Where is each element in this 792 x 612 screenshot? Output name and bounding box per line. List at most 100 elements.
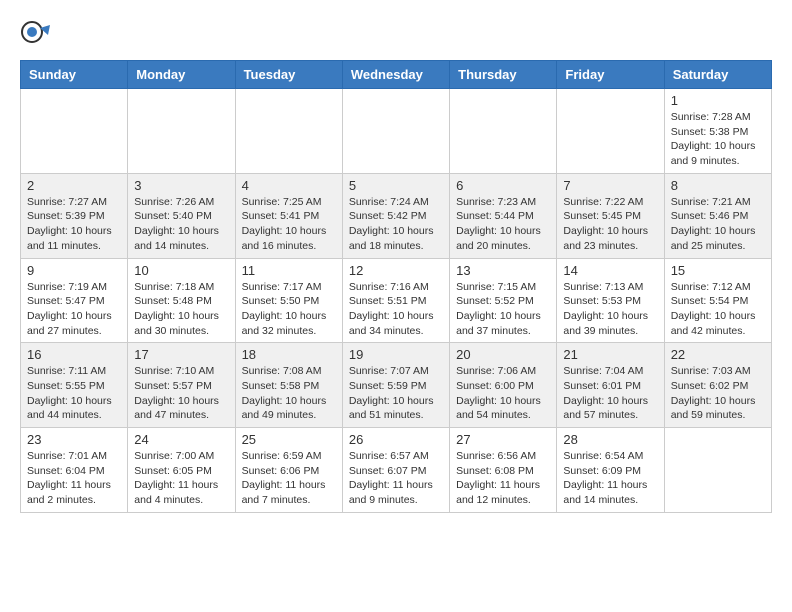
calendar-cell: 24 Sunrise: 7:00 AM Sunset: 6:05 PM Dayli… bbox=[128, 428, 235, 513]
day-number: 10 bbox=[134, 263, 228, 278]
calendar-header-wednesday: Wednesday bbox=[342, 61, 449, 89]
calendar-cell bbox=[21, 89, 128, 174]
day-number: 21 bbox=[563, 347, 657, 362]
day-info: Sunrise: 6:57 AM Sunset: 6:07 PM Dayligh… bbox=[349, 449, 443, 508]
day-info: Sunrise: 7:16 AM Sunset: 5:51 PM Dayligh… bbox=[349, 280, 443, 339]
day-number: 25 bbox=[242, 432, 336, 447]
calendar-cell: 26 Sunrise: 6:57 AM Sunset: 6:07 PM Dayli… bbox=[342, 428, 449, 513]
day-number: 15 bbox=[671, 263, 765, 278]
day-info: Sunrise: 6:54 AM Sunset: 6:09 PM Dayligh… bbox=[563, 449, 657, 508]
calendar-cell: 27 Sunrise: 6:56 AM Sunset: 6:08 PM Dayli… bbox=[450, 428, 557, 513]
day-info: Sunrise: 7:01 AM Sunset: 6:04 PM Dayligh… bbox=[27, 449, 121, 508]
calendar-cell: 20Sunrise: 7:06 AM Sunset: 6:00 PM Dayli… bbox=[450, 343, 557, 428]
calendar-cell: 4 Sunrise: 7:25 AM Sunset: 5:41 PM Daylig… bbox=[235, 173, 342, 258]
day-info: Sunrise: 7:13 AM Sunset: 5:53 PM Dayligh… bbox=[563, 280, 657, 339]
day-number: 22 bbox=[671, 347, 765, 362]
day-info: Sunrise: 7:23 AM Sunset: 5:44 PM Dayligh… bbox=[456, 195, 550, 254]
logo bbox=[20, 20, 52, 50]
day-info: Sunrise: 7:28 AM Sunset: 5:38 PM Dayligh… bbox=[671, 110, 765, 169]
day-info: Sunrise: 7:17 AM Sunset: 5:50 PM Dayligh… bbox=[242, 280, 336, 339]
day-number: 17 bbox=[134, 347, 228, 362]
day-info: Sunrise: 6:59 AM Sunset: 6:06 PM Dayligh… bbox=[242, 449, 336, 508]
day-info: Sunrise: 6:56 AM Sunset: 6:08 PM Dayligh… bbox=[456, 449, 550, 508]
calendar-cell: 8 Sunrise: 7:21 AM Sunset: 5:46 PM Daylig… bbox=[664, 173, 771, 258]
calendar-cell: 7 Sunrise: 7:22 AM Sunset: 5:45 PM Daylig… bbox=[557, 173, 664, 258]
calendar-cell: 23 Sunrise: 7:01 AM Sunset: 6:04 PM Dayli… bbox=[21, 428, 128, 513]
calendar-cell: 11 Sunrise: 7:17 AM Sunset: 5:50 PM Dayli… bbox=[235, 258, 342, 343]
calendar-header-saturday: Saturday bbox=[664, 61, 771, 89]
calendar-cell bbox=[128, 89, 235, 174]
calendar-week-row: 23 Sunrise: 7:01 AM Sunset: 6:04 PM Dayli… bbox=[21, 428, 772, 513]
day-number: 27 bbox=[456, 432, 550, 447]
calendar-cell: 9 Sunrise: 7:19 AM Sunset: 5:47 PM Daylig… bbox=[21, 258, 128, 343]
day-info: Sunrise: 7:18 AM Sunset: 5:48 PM Dayligh… bbox=[134, 280, 228, 339]
calendar-cell: 22 Sunrise: 7:03 AM Sunset: 6:02 PM Dayli… bbox=[664, 343, 771, 428]
day-number: 28 bbox=[563, 432, 657, 447]
calendar-cell: 17 Sunrise: 7:10 AM Sunset: 5:57 PM Dayli… bbox=[128, 343, 235, 428]
day-number: 4 bbox=[242, 178, 336, 193]
calendar-week-row: 2 Sunrise: 7:27 AM Sunset: 5:39 PM Daylig… bbox=[21, 173, 772, 258]
day-number: 2 bbox=[27, 178, 121, 193]
day-info: Sunrise: 7:25 AM Sunset: 5:41 PM Dayligh… bbox=[242, 195, 336, 254]
day-number: 3 bbox=[134, 178, 228, 193]
day-info: Sunrise: 7:19 AM Sunset: 5:47 PM Dayligh… bbox=[27, 280, 121, 339]
day-number: 16 bbox=[27, 347, 121, 362]
calendar-cell: 18Sunrise: 7:08 AM Sunset: 5:58 PM Dayli… bbox=[235, 343, 342, 428]
calendar-week-row: 9 Sunrise: 7:19 AM Sunset: 5:47 PM Daylig… bbox=[21, 258, 772, 343]
day-info: Sunrise: 7:12 AM Sunset: 5:54 PM Dayligh… bbox=[671, 280, 765, 339]
calendar-cell: 28 Sunrise: 6:54 AM Sunset: 6:09 PM Dayli… bbox=[557, 428, 664, 513]
calendar-week-row: 1Sunrise: 7:28 AM Sunset: 5:38 PM Daylig… bbox=[21, 89, 772, 174]
calendar-table: SundayMondayTuesdayWednesdayThursdayFrid… bbox=[20, 60, 772, 513]
calendar-cell bbox=[664, 428, 771, 513]
day-number: 23 bbox=[27, 432, 121, 447]
calendar-header-sunday: Sunday bbox=[21, 61, 128, 89]
calendar-cell: 6Sunrise: 7:23 AM Sunset: 5:44 PM Daylig… bbox=[450, 173, 557, 258]
calendar-cell bbox=[235, 89, 342, 174]
day-info: Sunrise: 7:06 AM Sunset: 6:00 PM Dayligh… bbox=[456, 364, 550, 423]
day-info: Sunrise: 7:15 AM Sunset: 5:52 PM Dayligh… bbox=[456, 280, 550, 339]
day-number: 13 bbox=[456, 263, 550, 278]
calendar-cell bbox=[342, 89, 449, 174]
calendar-header-thursday: Thursday bbox=[450, 61, 557, 89]
calendar-header-friday: Friday bbox=[557, 61, 664, 89]
day-info: Sunrise: 7:21 AM Sunset: 5:46 PM Dayligh… bbox=[671, 195, 765, 254]
calendar-cell: 3 Sunrise: 7:26 AM Sunset: 5:40 PM Daylig… bbox=[128, 173, 235, 258]
day-number: 8 bbox=[671, 178, 765, 193]
calendar-cell: 14 Sunrise: 7:13 AM Sunset: 5:53 PM Dayli… bbox=[557, 258, 664, 343]
day-info: Sunrise: 7:27 AM Sunset: 5:39 PM Dayligh… bbox=[27, 195, 121, 254]
calendar-cell: 16 Sunrise: 7:11 AM Sunset: 5:55 PM Dayli… bbox=[21, 343, 128, 428]
day-info: Sunrise: 7:24 AM Sunset: 5:42 PM Dayligh… bbox=[349, 195, 443, 254]
day-info: Sunrise: 7:03 AM Sunset: 6:02 PM Dayligh… bbox=[671, 364, 765, 423]
day-info: Sunrise: 7:07 AM Sunset: 5:59 PM Dayligh… bbox=[349, 364, 443, 423]
day-info: Sunrise: 7:11 AM Sunset: 5:55 PM Dayligh… bbox=[27, 364, 121, 423]
day-info: Sunrise: 7:04 AM Sunset: 6:01 PM Dayligh… bbox=[563, 364, 657, 423]
calendar-cell: 2 Sunrise: 7:27 AM Sunset: 5:39 PM Daylig… bbox=[21, 173, 128, 258]
calendar-week-row: 16 Sunrise: 7:11 AM Sunset: 5:55 PM Dayli… bbox=[21, 343, 772, 428]
day-info: Sunrise: 7:26 AM Sunset: 5:40 PM Dayligh… bbox=[134, 195, 228, 254]
calendar-cell: 25 Sunrise: 6:59 AM Sunset: 6:06 PM Dayli… bbox=[235, 428, 342, 513]
calendar-cell: 12Sunrise: 7:16 AM Sunset: 5:51 PM Dayli… bbox=[342, 258, 449, 343]
day-number: 14 bbox=[563, 263, 657, 278]
calendar-cell: 1Sunrise: 7:28 AM Sunset: 5:38 PM Daylig… bbox=[664, 89, 771, 174]
day-info: Sunrise: 7:00 AM Sunset: 6:05 PM Dayligh… bbox=[134, 449, 228, 508]
calendar-cell: 21 Sunrise: 7:04 AM Sunset: 6:01 PM Dayli… bbox=[557, 343, 664, 428]
day-number: 26 bbox=[349, 432, 443, 447]
day-number: 19 bbox=[349, 347, 443, 362]
calendar-cell: 10 Sunrise: 7:18 AM Sunset: 5:48 PM Dayli… bbox=[128, 258, 235, 343]
calendar-cell bbox=[557, 89, 664, 174]
day-info: Sunrise: 7:10 AM Sunset: 5:57 PM Dayligh… bbox=[134, 364, 228, 423]
calendar-cell: 19 Sunrise: 7:07 AM Sunset: 5:59 PM Dayli… bbox=[342, 343, 449, 428]
calendar-cell: 13 Sunrise: 7:15 AM Sunset: 5:52 PM Dayli… bbox=[450, 258, 557, 343]
day-info: Sunrise: 7:08 AM Sunset: 5:58 PM Dayligh… bbox=[242, 364, 336, 423]
calendar-header-monday: Monday bbox=[128, 61, 235, 89]
calendar-cell: 5Sunrise: 7:24 AM Sunset: 5:42 PM Daylig… bbox=[342, 173, 449, 258]
calendar-header-row: SundayMondayTuesdayWednesdayThursdayFrid… bbox=[21, 61, 772, 89]
calendar-cell bbox=[450, 89, 557, 174]
day-number: 24 bbox=[134, 432, 228, 447]
page-header bbox=[20, 20, 772, 50]
logo-icon bbox=[20, 20, 50, 50]
day-info: Sunrise: 7:22 AM Sunset: 5:45 PM Dayligh… bbox=[563, 195, 657, 254]
day-number: 11 bbox=[242, 263, 336, 278]
day-number: 9 bbox=[27, 263, 121, 278]
day-number: 7 bbox=[563, 178, 657, 193]
